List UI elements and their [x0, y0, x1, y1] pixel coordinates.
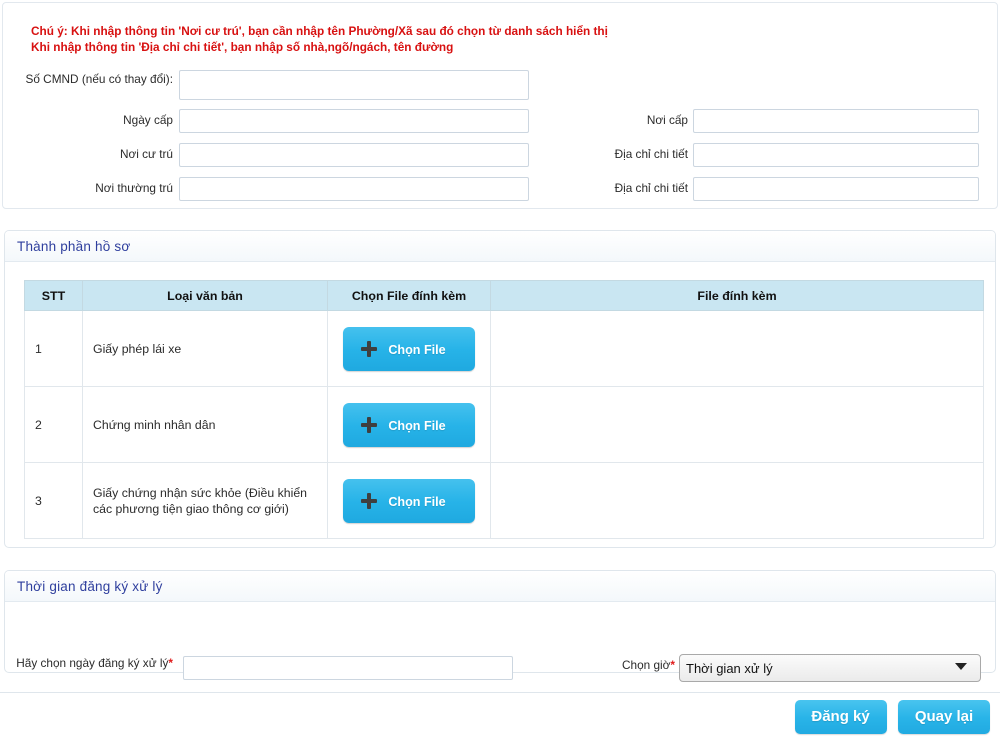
table-row: 1 Giấy phép lái xe Chọn File [24, 310, 984, 387]
choose-file-label: Chọn File [388, 494, 446, 509]
personal-info-fields: Số CMND (nếu có thay đổi): Ngày cấp Nơi … [3, 64, 997, 206]
choose-file-label: Chọn File [388, 342, 446, 357]
label-noi-thuong-tru: Nơi thường trú [95, 181, 173, 195]
field-row-ngay-cap: Ngày cấp Nơi cấp [3, 104, 997, 138]
cell-attached-file [490, 462, 984, 539]
label-registration-date-text: Hãy chọn ngày đăng ký xử lý [16, 656, 169, 670]
col-header-pick: Chọn File đính kèm [327, 280, 491, 311]
documents-table-body: 1 Giấy phép lái xe Chọn File 2 Chứng min… [24, 310, 984, 539]
hour-select[interactable]: Thời gian xử lý [679, 654, 981, 682]
form-footer: Đăng ký Quay lại [0, 692, 1000, 736]
plus-icon [361, 416, 377, 433]
label-ngay-cap: Ngày cấp [123, 113, 173, 127]
documents-panel-title: Thành phần hồ sơ [5, 231, 995, 262]
processing-time-body: Hãy chọn ngày đăng ký xử lý* Chọn giờ* T… [5, 602, 995, 682]
input-ngay-cap[interactable] [179, 109, 529, 133]
label-noi-cu-tru: Nơi cư trú [120, 147, 173, 161]
input-dia-chi-chi-tiet-2[interactable] [693, 177, 979, 201]
documents-panel: Thành phần hồ sơ STT Loại văn bản Chọn F… [4, 230, 996, 548]
label-noi-cap: Nơi cấp [646, 113, 688, 127]
table-row: 2 Chứng minh nhân dân Chọn File [24, 386, 984, 463]
notice-line-2: Khi nhập thông tin 'Địa chỉ chi tiết', b… [31, 40, 454, 54]
col-header-type: Loại văn bản [82, 280, 328, 311]
notice-line-1: Chú ý: Khi nhập thông tin 'Nơi cư trú', … [31, 24, 608, 38]
back-button[interactable]: Quay lại [898, 700, 990, 734]
input-dia-chi-chi-tiet-1[interactable] [693, 143, 979, 167]
processing-time-panel: Thời gian đăng ký xử lý Hãy chọn ngày đă… [4, 570, 996, 682]
cell-type: Giấy chứng nhận sức khỏe (Điều khiển các… [82, 462, 328, 539]
cell-pick: Chọn File [327, 462, 491, 539]
input-noi-cu-tru[interactable] [179, 143, 529, 167]
cell-attached-file [490, 386, 984, 463]
cell-stt: 3 [24, 462, 83, 539]
field-row-cmnd: Số CMND (nếu có thay đổi): [3, 64, 997, 104]
label-choose-hour-text: Chọn giờ [622, 658, 671, 672]
cell-type: Giấy phép lái xe [82, 310, 328, 387]
input-so-cmnd[interactable] [179, 70, 529, 100]
submit-button[interactable]: Đăng ký [794, 700, 887, 734]
cell-stt: 1 [24, 310, 83, 387]
col-header-stt: STT [24, 280, 83, 311]
choose-file-label: Chọn File [388, 418, 446, 433]
choose-file-button[interactable]: Chọn File [343, 326, 475, 371]
registration-form-page: Chú ý: Khi nhập thông tin 'Nơi cư trú', … [0, 0, 1000, 736]
choose-file-button[interactable]: Chọn File [343, 478, 475, 523]
cell-pick: Chọn File [327, 386, 491, 463]
documents-table-head: STT Loại văn bản Chọn File đính kèm File… [24, 280, 984, 311]
date-input[interactable] [183, 656, 513, 680]
documents-table: STT Loại văn bản Chọn File đính kèm File… [24, 280, 984, 539]
label-dia-chi-chi-tiet-2: Địa chỉ chi tiết [614, 181, 688, 195]
label-dia-chi-chi-tiet-1: Địa chỉ chi tiết [614, 147, 688, 161]
choose-file-button[interactable]: Chọn File [343, 402, 475, 447]
cell-stt: 2 [24, 386, 83, 463]
cell-attached-file [490, 310, 984, 387]
label-registration-date: Hãy chọn ngày đăng ký xử lý* [13, 656, 173, 670]
col-header-file: File đính kèm [490, 280, 984, 311]
personal-info-panel: Chú ý: Khi nhập thông tin 'Nơi cư trú', … [2, 2, 998, 209]
notice-block: Chú ý: Khi nhập thông tin 'Nơi cư trú', … [3, 3, 997, 55]
input-noi-thuong-tru[interactable] [179, 177, 529, 201]
plus-icon [361, 340, 377, 357]
table-header-row: STT Loại văn bản Chọn File đính kèm File… [24, 280, 984, 311]
label-so-cmnd: Số CMND (nếu có thay đổi): [25, 72, 173, 86]
documents-panel-body: STT Loại văn bản Chọn File đính kèm File… [5, 280, 995, 539]
cell-type: Chứng minh nhân dân [82, 386, 328, 463]
cell-pick: Chọn File [327, 310, 491, 387]
processing-time-title: Thời gian đăng ký xử lý [5, 571, 995, 602]
required-asterisk-date: * [168, 656, 173, 670]
field-row-noi-cu-tru: Nơi cư trú Địa chỉ chi tiết [3, 138, 997, 172]
plus-icon [361, 492, 377, 509]
field-row-noi-thuong-tru: Nơi thường trú Địa chỉ chi tiết [3, 172, 997, 206]
table-row: 3 Giấy chứng nhận sức khỏe (Điều khiển c… [24, 462, 984, 539]
label-choose-hour: Chọn giờ* [545, 658, 675, 672]
input-noi-cap[interactable] [693, 109, 979, 133]
required-asterisk-hour: * [670, 658, 675, 672]
